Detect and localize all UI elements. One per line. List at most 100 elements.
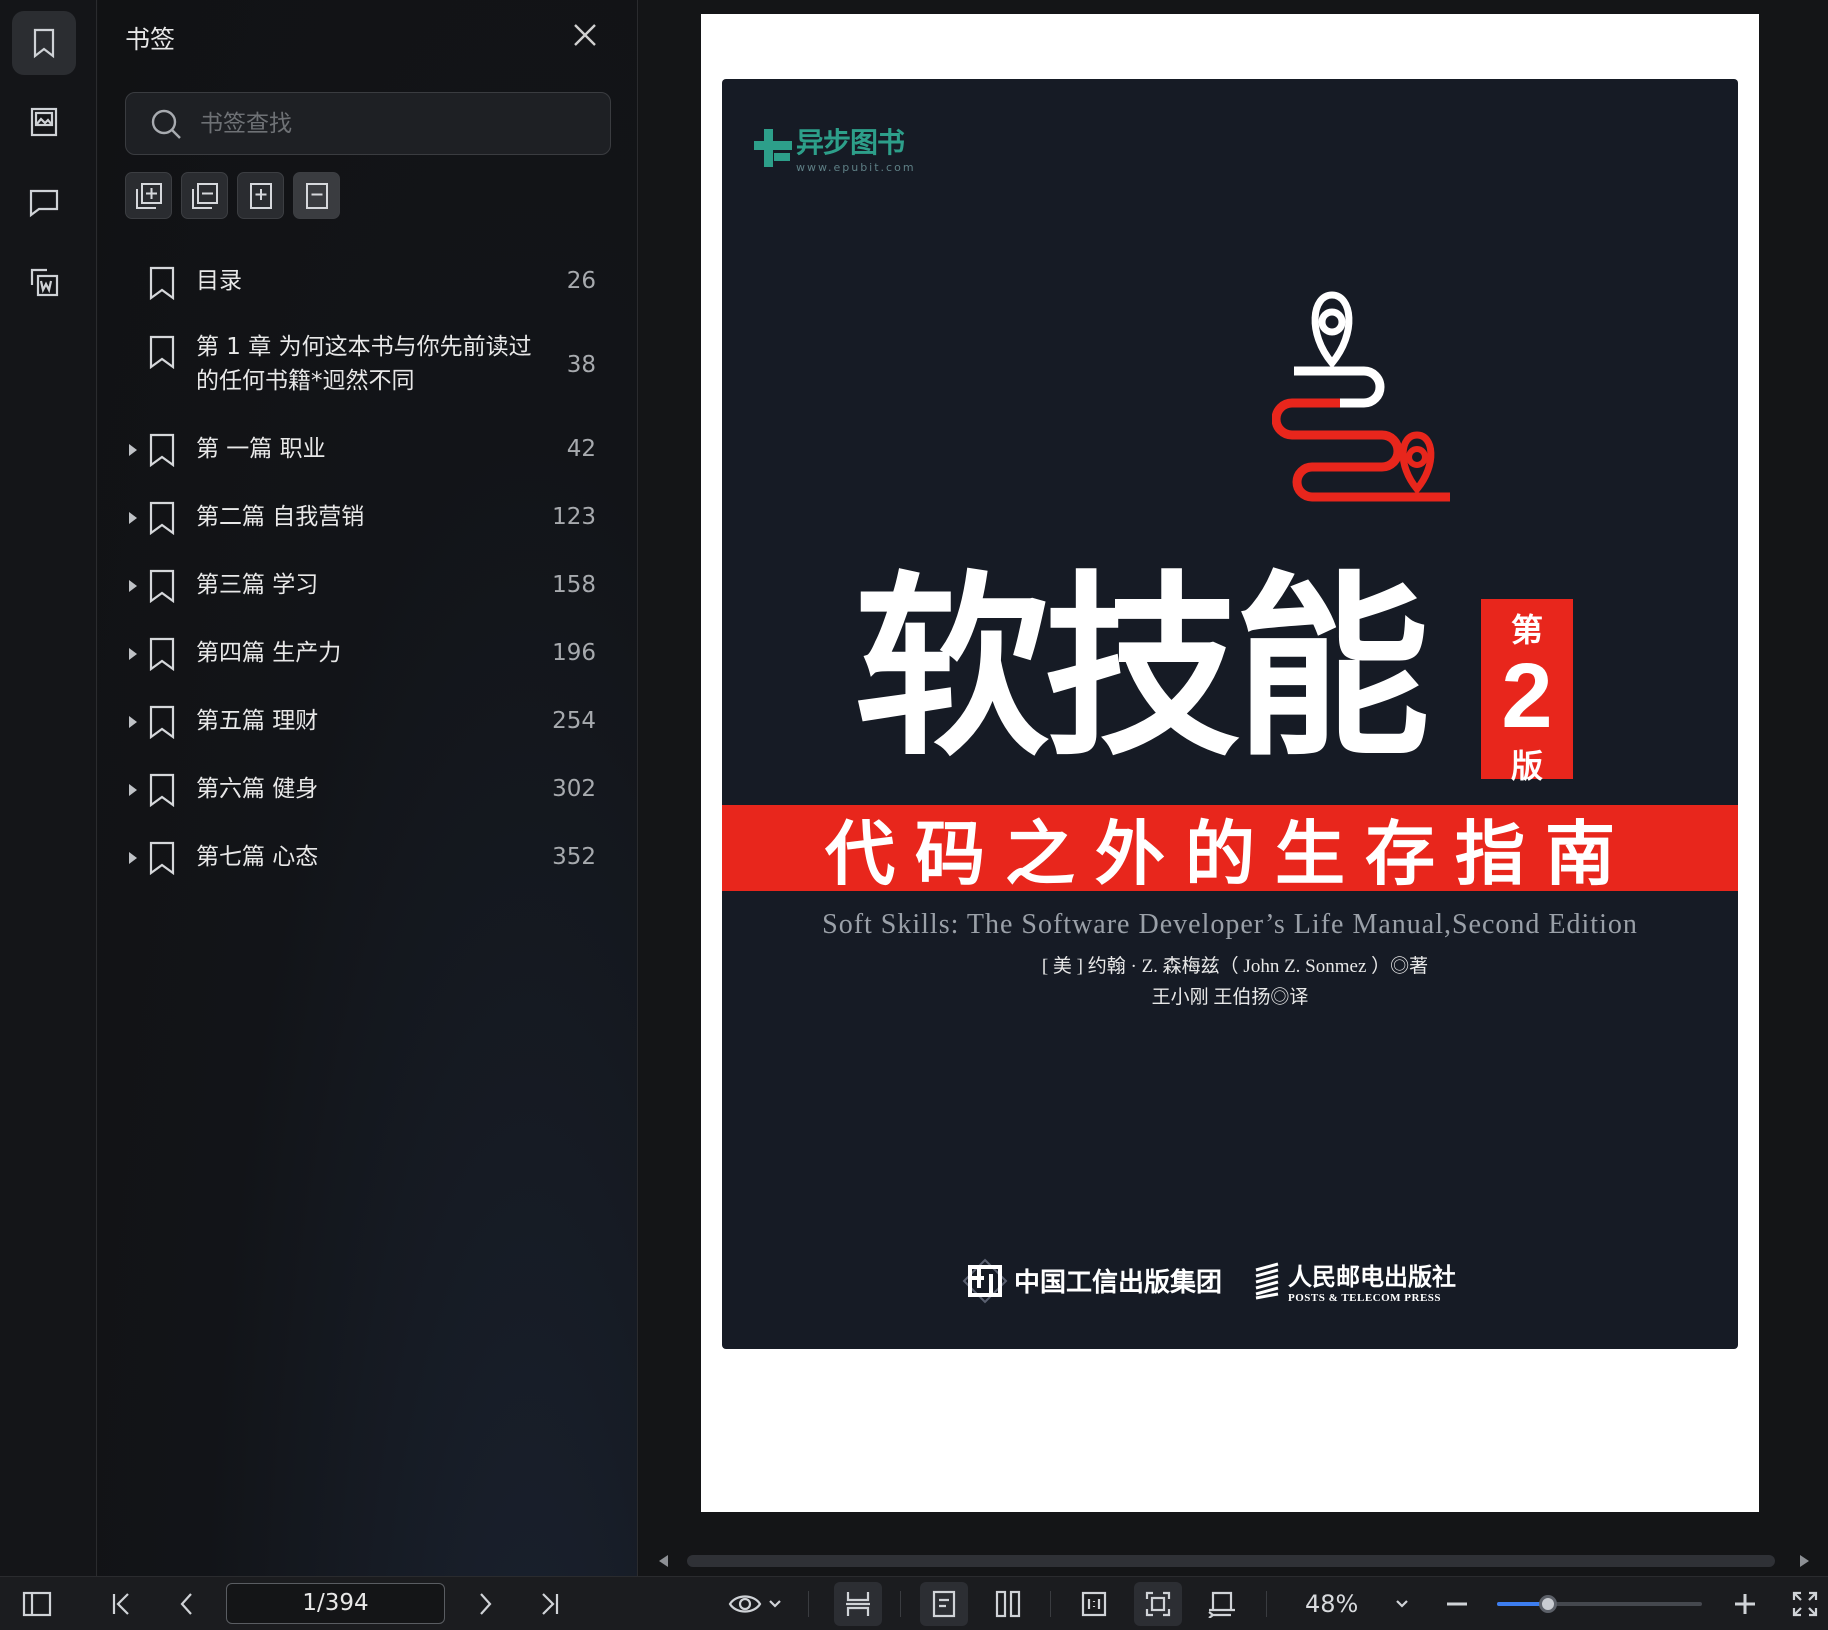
toolbar-divider bbox=[1050, 1591, 1051, 1617]
minus-icon bbox=[1447, 1602, 1467, 1606]
bookmark-icon bbox=[149, 433, 175, 468]
book-subtitle: 代码之外的生存指南 bbox=[825, 811, 1635, 895]
convert-word-button[interactable] bbox=[12, 250, 76, 314]
scroll-left-arrow-icon[interactable] bbox=[659, 1555, 668, 1567]
bookmark-search-input[interactable] bbox=[200, 110, 580, 137]
delete-bookmark-button[interactable] bbox=[293, 172, 340, 219]
zoom-in-button[interactable] bbox=[1730, 1577, 1760, 1630]
last-page-button[interactable] bbox=[535, 1577, 565, 1630]
close-panel-button[interactable] bbox=[570, 20, 600, 50]
bookmark-item[interactable]: 第六篇 健身 302 bbox=[98, 772, 638, 812]
bookmark-icon bbox=[149, 705, 175, 740]
bottom-toolbar: 1/394 48% bbox=[0, 1576, 1828, 1630]
bookmark-item[interactable]: 第 1 章 为何这本书与你先前读过的任何书籍*迥然不同 38 bbox=[98, 330, 638, 402]
actual-size-button[interactable] bbox=[1070, 1577, 1118, 1630]
bookmark-icon bbox=[149, 335, 175, 370]
fit-page-icon bbox=[1145, 1591, 1171, 1617]
bookmark-item-icon bbox=[148, 773, 176, 808]
bookmark-page: 26 bbox=[566, 268, 596, 294]
bookmark-page: 42 bbox=[566, 436, 596, 462]
add-bookmark-button[interactable] bbox=[237, 172, 284, 219]
publisher2-english: POSTS & TELECOM PRESS bbox=[1288, 1292, 1442, 1304]
sidebar-toggle-icon bbox=[22, 1591, 52, 1617]
bookmark-item[interactable]: 第四篇 生产力 196 bbox=[98, 636, 638, 676]
last-page-icon bbox=[542, 1593, 559, 1615]
thumbnail-panel-button[interactable] bbox=[12, 90, 76, 154]
view-mode-dropdown[interactable] bbox=[724, 1577, 786, 1630]
expand-arrow-icon[interactable] bbox=[129, 580, 137, 592]
author-line: [ 美 ] 约翰 · Z. 森梅兹（ John Z. Sonmez ）◎著 bbox=[1041, 956, 1429, 977]
zoom-dropdown-button[interactable] bbox=[1392, 1577, 1412, 1630]
bookmark-item[interactable]: 第二篇 自我营销 123 bbox=[98, 500, 638, 540]
miit-logo-icon bbox=[962, 1258, 1008, 1303]
bookmark-item[interactable]: 目录 26 bbox=[98, 250, 638, 301]
bookmark-icon bbox=[149, 773, 175, 808]
comment-panel-button[interactable] bbox=[12, 170, 76, 234]
toolbar-divider bbox=[808, 1591, 809, 1617]
epubit-logo-text: 异步图书 bbox=[796, 126, 905, 159]
bookmark-page: 352 bbox=[552, 844, 596, 870]
page-number-input[interactable]: 1/394 bbox=[226, 1583, 445, 1624]
bookmark-page: 158 bbox=[552, 572, 596, 598]
previous-page-button[interactable] bbox=[172, 1577, 202, 1630]
two-page-button[interactable] bbox=[984, 1577, 1032, 1630]
chevron-down-icon bbox=[769, 1600, 781, 1608]
single-page-button[interactable] bbox=[920, 1582, 968, 1626]
expand-arrow-icon[interactable] bbox=[129, 716, 137, 728]
bookmark-item[interactable]: 第五篇 理财 254 bbox=[98, 704, 638, 744]
bookmark-label: 第二篇 自我营销 bbox=[196, 504, 365, 530]
epubit-logo-url: www.epubit.com bbox=[796, 161, 916, 174]
translator-line: 王小刚 王伯扬◎译 bbox=[1151, 987, 1309, 1008]
pdf-page: 异步图书 www.epubit.com 软技能 第 2 版 代码之外的生存指南 bbox=[701, 14, 1759, 1512]
bookmark-label: 第四篇 生产力 bbox=[196, 640, 342, 666]
scrollbar-thumb[interactable] bbox=[687, 1555, 1775, 1567]
epubit-mark-icon bbox=[754, 127, 792, 169]
bookmark-item-icon bbox=[148, 569, 176, 604]
scroll-right-arrow-icon[interactable] bbox=[1800, 1555, 1809, 1567]
continuous-scroll-icon bbox=[846, 1592, 870, 1616]
fit-page-button[interactable] bbox=[1134, 1582, 1182, 1626]
left-rail bbox=[0, 0, 97, 1576]
collapse-all-button[interactable] bbox=[181, 172, 228, 219]
publisher2-name: 人民邮电出版社 bbox=[1288, 1262, 1457, 1291]
bookmark-item[interactable]: 第三篇 学习 158 bbox=[98, 568, 638, 608]
bookmark-label: 目录 bbox=[196, 268, 242, 294]
bookmark-item-icon bbox=[148, 266, 176, 301]
first-page-button[interactable] bbox=[106, 1577, 136, 1630]
edition-badge: 第 2 版 bbox=[1481, 599, 1573, 785]
fullscreen-button[interactable] bbox=[1790, 1577, 1820, 1630]
bookmark-label: 第 1 章 为何这本书与你先前读过的任何书籍*迥然不同 bbox=[196, 334, 532, 394]
zoom-out-button[interactable] bbox=[1442, 1577, 1472, 1630]
first-page-icon bbox=[112, 1593, 129, 1615]
bookmark-item-icon bbox=[148, 335, 176, 370]
eye-icon bbox=[728, 1595, 762, 1613]
expand-arrow-icon[interactable] bbox=[129, 852, 137, 864]
expand-all-icon bbox=[135, 182, 162, 209]
zoom-slider-knob[interactable] bbox=[1539, 1595, 1558, 1613]
bookmark-item[interactable]: 第 一篇 职业 42 bbox=[98, 432, 638, 472]
bookmark-item[interactable]: 第七篇 心态 352 bbox=[98, 840, 638, 880]
bookmark-tools bbox=[125, 172, 340, 219]
next-page-button[interactable] bbox=[470, 1577, 500, 1630]
plus-icon bbox=[1735, 1594, 1755, 1614]
expand-arrow-icon[interactable] bbox=[129, 648, 137, 660]
bookmark-panel-button[interactable] bbox=[12, 11, 76, 75]
edition-bottom: 版 bbox=[1510, 747, 1543, 785]
bookmark-icon bbox=[149, 501, 175, 536]
toggle-sidebar-button[interactable] bbox=[18, 1577, 56, 1630]
zoom-level[interactable]: 48% bbox=[1305, 1577, 1358, 1630]
edition-number: 2 bbox=[1501, 645, 1553, 747]
expand-arrow-icon[interactable] bbox=[129, 512, 137, 524]
expand-arrow-icon[interactable] bbox=[129, 444, 137, 456]
chevron-right-icon bbox=[480, 1593, 492, 1615]
document-view[interactable]: 异步图书 www.epubit.com 软技能 第 2 版 代码之外的生存指南 bbox=[639, 0, 1828, 1576]
panel-title: 书签 bbox=[125, 25, 176, 54]
zoom-slider[interactable] bbox=[1497, 1595, 1702, 1613]
expand-all-button[interactable] bbox=[125, 172, 172, 219]
toolbar-divider bbox=[900, 1591, 901, 1617]
continuous-scroll-button[interactable] bbox=[834, 1582, 882, 1626]
image-icon bbox=[30, 107, 58, 137]
expand-arrow-icon[interactable] bbox=[129, 784, 137, 796]
fit-width-button[interactable] bbox=[1198, 1577, 1246, 1630]
horizontal-scrollbar[interactable] bbox=[659, 1552, 1809, 1570]
